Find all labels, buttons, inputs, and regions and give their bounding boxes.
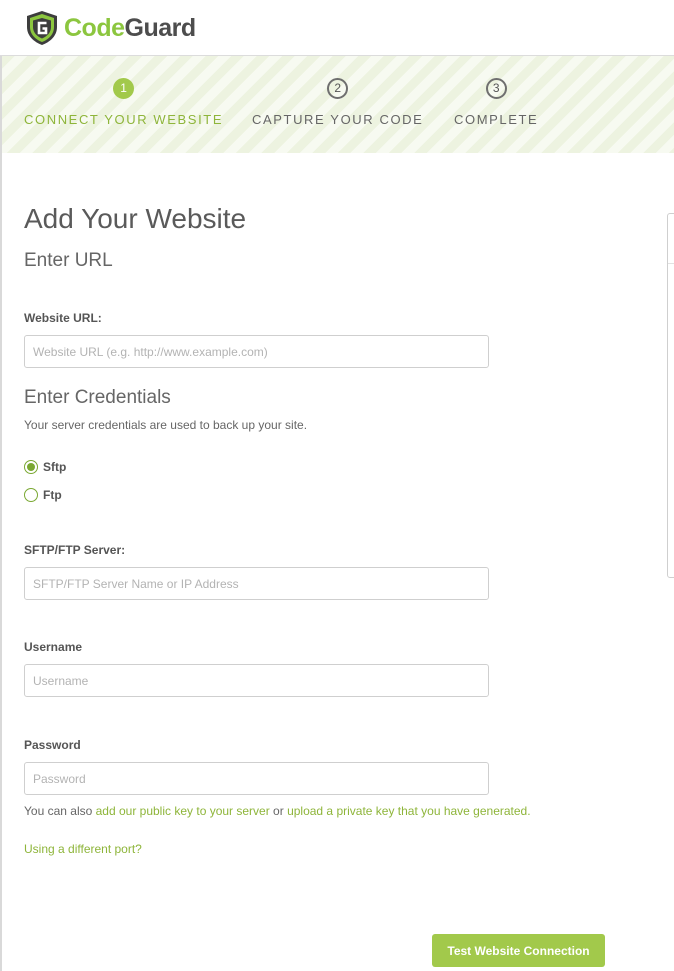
enter-credentials-heading: Enter Credentials	[24, 387, 171, 408]
upload-private-key-link[interactable]: upload a private key that you have gener…	[287, 804, 531, 818]
logo-text-guard: Guard	[124, 14, 197, 42]
password-input[interactable]	[24, 762, 489, 795]
ftp-radio-label: Ftp	[43, 488, 62, 502]
sftp-radio[interactable]	[24, 460, 38, 474]
website-url-label: Website URL:	[24, 311, 102, 325]
key-note-prefix: You can also	[24, 804, 96, 818]
step-3-number: 3	[485, 78, 507, 99]
sftp-radio-option[interactable]: Sftp	[24, 460, 66, 474]
step-3-label: COMPLETE	[454, 112, 539, 127]
step-2-label: CAPTURE YOUR CODE	[252, 112, 424, 127]
side-panel-divider	[668, 263, 674, 264]
codeguard-logo[interactable]: CodeGuard	[24, 10, 196, 46]
logo-text-code: Code	[64, 14, 125, 42]
server-label: SFTP/FTP Server:	[24, 543, 126, 557]
ftp-radio[interactable]	[24, 488, 38, 502]
username-label: Username	[24, 640, 83, 654]
add-public-key-link[interactable]: add our public key to your server	[96, 804, 270, 818]
ftp-radio-option[interactable]: Ftp	[24, 488, 62, 502]
shield-g-logo-icon	[27, 11, 57, 45]
progress-steps: 1 CONNECT YOUR WEBSITE 2 CAPTURE YOUR CO…	[2, 56, 674, 153]
different-port-row: Using a different port?	[24, 842, 142, 856]
server-input[interactable]	[24, 567, 489, 600]
password-label: Password	[24, 738, 81, 752]
top-header: CodeGuard	[0, 0, 674, 56]
step-1-label: CONNECT YOUR WEBSITE	[24, 112, 224, 127]
username-input[interactable]	[24, 664, 489, 697]
logo-wordmark: CodeGuard	[64, 11, 196, 45]
step-1-number: 1	[113, 78, 135, 99]
key-note-middle: or	[269, 804, 288, 818]
step-connect-your-website: 1 CONNECT YOUR WEBSITE	[24, 78, 223, 127]
page-title: Add Your Website	[24, 203, 247, 234]
credentials-helper-text: Your server credentials are used to back…	[24, 418, 308, 432]
sftp-radio-label: Sftp	[43, 460, 67, 474]
side-panel-edge	[667, 213, 674, 578]
website-url-input[interactable]	[24, 335, 489, 368]
test-website-connection-button[interactable]: Test Website Connection	[432, 934, 605, 967]
step-capture-your-code: 2 CAPTURE YOUR CODE	[252, 78, 423, 127]
key-options-note: You can also add our public key to your …	[24, 804, 531, 818]
step-complete: 3 COMPLETE	[454, 78, 538, 127]
different-port-link[interactable]: Using a different port?	[24, 842, 142, 856]
enter-url-heading: Enter URL	[24, 250, 113, 271]
step-2-number: 2	[327, 78, 349, 99]
